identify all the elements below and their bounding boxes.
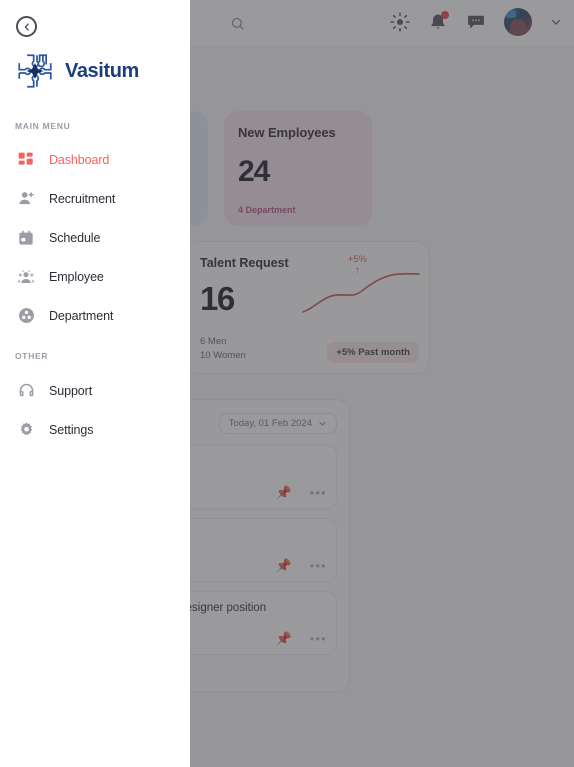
gear-icon <box>17 421 35 439</box>
sidebar-item-schedule[interactable]: Schedule <box>0 218 190 257</box>
brand[interactable]: Vasitum <box>14 50 139 92</box>
sidebar-item-label: Department <box>49 308 114 323</box>
vasitum-puzzle-logo <box>18 54 52 88</box>
collapse-sidebar-button[interactable] <box>16 16 37 37</box>
sidebar-item-support[interactable]: Support <box>0 371 190 410</box>
sidebar-drawer: Vasitum MAIN MENU Dashboard Recruitment … <box>0 0 190 767</box>
grid-squares-icon <box>17 151 35 169</box>
sidebar-nav-main: Dashboard Recruitment Schedule Employee … <box>0 140 190 335</box>
sidebar-item-settings[interactable]: Settings <box>0 410 190 449</box>
sidebar-item-label: Settings <box>49 422 94 437</box>
sidebar-item-label: Schedule <box>49 230 101 245</box>
sidebar-item-employee[interactable]: Employee <box>0 257 190 296</box>
users-group-icon <box>17 268 35 286</box>
org-circle-icon <box>17 307 35 325</box>
chevron-left-icon <box>24 22 29 31</box>
brand-name: Vasitum <box>65 59 139 82</box>
sidebar-item-label: Employee <box>49 269 104 284</box>
sidebar-item-dashboard[interactable]: Dashboard <box>0 140 190 179</box>
calendar-icon <box>17 229 35 247</box>
user-plus-icon <box>17 190 35 208</box>
sidebar-item-label: Dashboard <box>49 152 110 167</box>
sidebar-section-label-main: MAIN MENU <box>15 121 71 131</box>
sidebar-item-label: Recruitment <box>49 191 116 206</box>
sidebar-item-label: Support <box>49 383 93 398</box>
headset-icon <box>17 382 35 400</box>
sidebar-section-label-other: OTHER <box>15 351 49 361</box>
sidebar-item-recruitment[interactable]: Recruitment <box>0 179 190 218</box>
sidebar-nav-other: Support Settings <box>0 371 190 449</box>
sidebar-item-department[interactable]: Department <box>0 296 190 335</box>
